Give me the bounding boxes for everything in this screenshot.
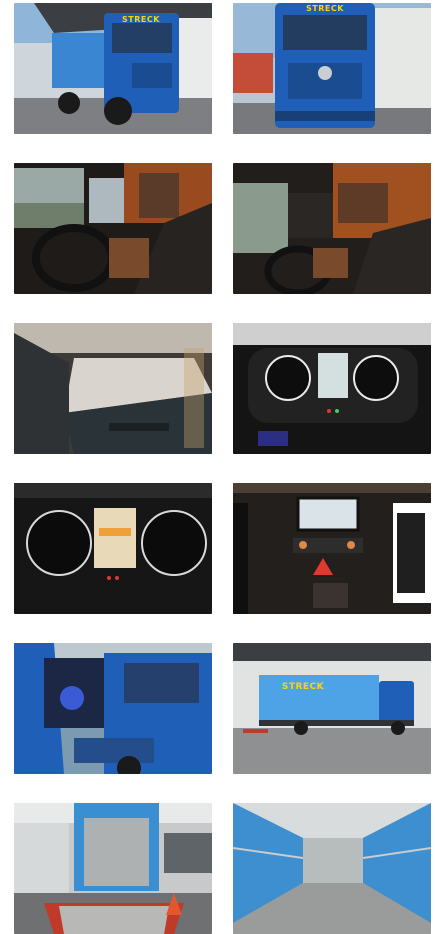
- photo-center-console-display[interactable]: [233, 483, 431, 614]
- photo-instrument-cluster[interactable]: [233, 323, 431, 454]
- photo-truck-front[interactable]: STRECK: [233, 3, 431, 134]
- cargo-interior-image: [233, 803, 431, 934]
- photo-cargo-interior[interactable]: [233, 803, 431, 934]
- instrument-cluster-image: [233, 323, 431, 454]
- photo-truck-side-view[interactable]: STRECK: [233, 643, 431, 774]
- photo-badge: STRECK: [306, 4, 344, 13]
- photo-gallery: STRECK STRECK STRECK: [0, 0, 435, 934]
- photo-instrument-cluster-closeup[interactable]: [14, 483, 212, 614]
- truck-front-image: [233, 3, 431, 134]
- center-console-display-image: [233, 483, 431, 614]
- instrument-cluster-closeup-image: [14, 483, 212, 614]
- cabin-driver-seat-image: [14, 163, 212, 294]
- photo-badge: STRECK: [281, 682, 325, 692]
- photo-cabin-passenger-side[interactable]: [233, 163, 431, 294]
- cargo-rear-liftgate-image: [14, 803, 212, 934]
- cab-door-open-image: [14, 643, 212, 774]
- truck-side-view-image: [233, 643, 431, 774]
- cabin-passenger-side-image: [233, 163, 431, 294]
- sleeper-bunk-image: [14, 323, 212, 454]
- photo-truck-front-left[interactable]: STRECK: [14, 3, 212, 134]
- photo-cabin-driver-seat[interactable]: [14, 163, 212, 294]
- photo-cargo-rear-liftgate[interactable]: [14, 803, 212, 934]
- photo-badge: STRECK: [122, 15, 160, 24]
- photo-cab-door-open[interactable]: [14, 643, 212, 774]
- photo-sleeper-bunk[interactable]: [14, 323, 212, 454]
